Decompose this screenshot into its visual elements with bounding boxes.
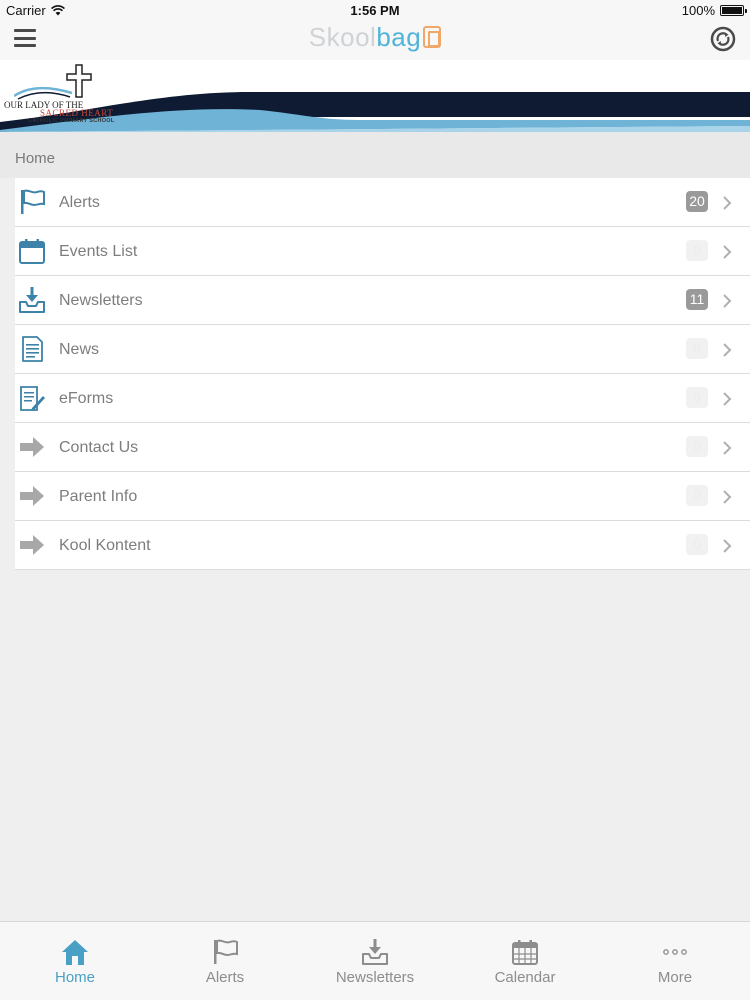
flag-icon (21, 189, 45, 214)
menu-item-label: Parent Info (59, 488, 138, 505)
chevron-right-icon (723, 294, 732, 308)
arrow-right-icon (20, 437, 44, 457)
sync-icon[interactable] (710, 26, 736, 52)
menu-item-label: Contact Us (59, 439, 139, 456)
menu-item-kool-kontent[interactable]: Kool Kontent 0 (15, 521, 750, 570)
status-bar: Carrier 1:56 PM 100% (0, 0, 750, 20)
tab-alerts[interactable]: Alerts (150, 922, 300, 1000)
count-badge: 0 (686, 338, 708, 359)
clock: 1:56 PM (350, 3, 400, 18)
arrow-right-icon (20, 486, 44, 506)
chevron-right-icon (723, 196, 732, 210)
count-badge: 11 (686, 289, 708, 310)
menu-item-contact-us[interactable]: Contact Us 0 (15, 423, 750, 472)
chevron-right-icon (723, 441, 732, 455)
count-badge: 0 (686, 387, 708, 408)
bottom-tab-bar: Home Alerts Newsletters Calendar More (0, 921, 750, 1000)
tab-label: Newsletters (335, 969, 415, 986)
menu-item-newsletters[interactable]: Newsletters 11 (15, 276, 750, 325)
school-name-line3: CATHOLIC PRIMARY SCHOOL (28, 118, 115, 124)
menu-item-eforms[interactable]: eForms 0 (15, 374, 750, 423)
tab-calendar[interactable]: Calendar (450, 922, 600, 1000)
battery-icon (720, 5, 747, 16)
tab-newsletters[interactable]: Newsletters (300, 922, 450, 1000)
brand-text-skool: Skool (308, 22, 377, 52)
document-icon (22, 336, 43, 362)
chevron-right-icon (723, 392, 732, 406)
tab-label: Alerts (205, 969, 245, 986)
chevron-right-icon (723, 343, 732, 357)
school-logo: OUR LADY OF THE SACRED HEART CATHOLIC PR… (4, 62, 114, 130)
brand-text-bag: bag (376, 22, 422, 52)
home-icon (62, 940, 88, 965)
tab-label: Home (54, 969, 95, 986)
tab-label: Calendar (494, 969, 556, 986)
school-banner: OUR LADY OF THE SACRED HEART CATHOLIC PR… (0, 60, 750, 132)
tab-label: More (657, 969, 693, 986)
menu-item-label: Newsletters (59, 292, 143, 309)
menu-item-label: News (59, 341, 100, 358)
menu-item-label: eForms (59, 390, 114, 407)
inbox-download-icon (19, 287, 45, 313)
battery-percent: 100% (681, 3, 715, 18)
school-name-line2: SACRED HEART (40, 108, 114, 118)
chevron-right-icon (723, 539, 732, 553)
schoolbag-icon (423, 26, 442, 48)
menu-item-label: Kool Kontent (59, 537, 151, 554)
arrow-right-icon (20, 535, 44, 555)
count-badge: 0 (686, 240, 708, 261)
count-badge: 0 (686, 534, 708, 555)
menu-item-parent-info[interactable]: Parent Info 0 (15, 472, 750, 521)
count-badge: 20 (686, 191, 708, 212)
menu-item-label: Events List (59, 243, 138, 260)
inbox-download-icon (362, 939, 388, 965)
form-pencil-icon (20, 386, 45, 411)
nav-bar: Skoolbag (0, 20, 750, 60)
calendar-icon (19, 239, 45, 264)
battery-group: 100% (681, 3, 747, 18)
breadcrumb: Home (0, 132, 750, 178)
chevron-right-icon (723, 245, 732, 259)
menu-item-label: Alerts (59, 194, 100, 211)
brand-logo: Skoolbag (0, 22, 750, 53)
calendar-grid-icon (512, 940, 538, 965)
count-badge: 0 (686, 436, 708, 457)
count-badge: 0 (686, 485, 708, 506)
menu-item-events-list[interactable]: Events List 0 (15, 227, 750, 276)
menu-item-news[interactable]: News 0 (15, 325, 750, 374)
more-dots-icon (663, 949, 687, 955)
menu-item-alerts[interactable]: Alerts 20 (15, 178, 750, 227)
chevron-right-icon (723, 490, 732, 504)
logo-swoosh (14, 86, 73, 100)
tab-more[interactable]: More (600, 922, 750, 1000)
home-menu-list: Alerts 20 Events List 0 Newsletters 11 N… (15, 178, 750, 570)
flag-icon (214, 939, 238, 964)
tab-home[interactable]: Home (0, 922, 150, 1000)
